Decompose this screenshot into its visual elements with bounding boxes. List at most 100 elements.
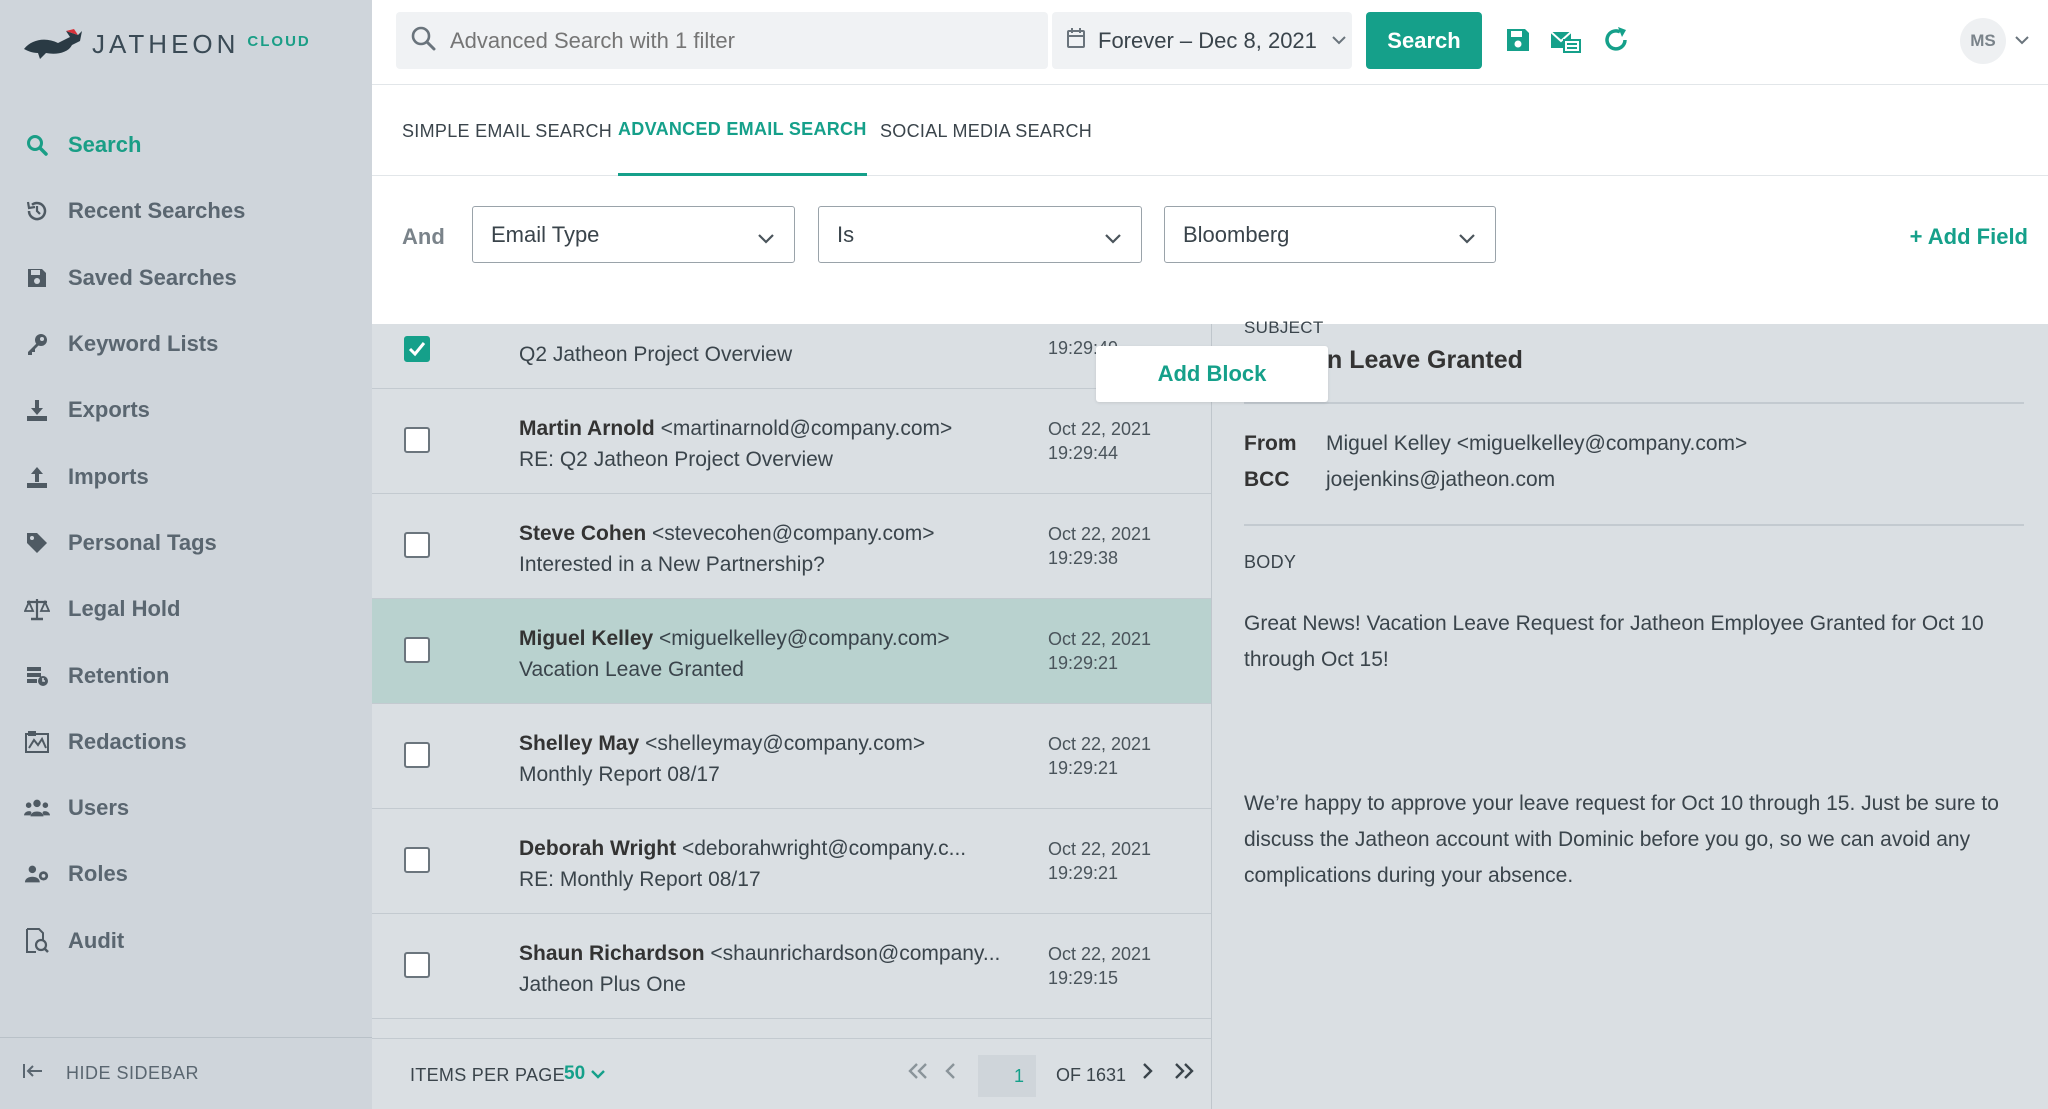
search-icon [410, 25, 436, 56]
email-row[interactable]: Q2 Jatheon Project Overview 19:29:49 [372, 324, 1211, 389]
divider [1244, 402, 2024, 404]
email-date: Oct 22, 2021 19:29:21 [1048, 734, 1152, 778]
add-field-button[interactable]: + Add Field [1910, 224, 2028, 250]
sidebar-item-redactions[interactable]: Redactions [0, 709, 372, 775]
row-checkbox[interactable] [404, 336, 430, 362]
scale-icon [24, 596, 50, 622]
export-results-icon[interactable] [1550, 24, 1582, 56]
email-date: Oct 22, 2021 19:29:44 [1048, 419, 1152, 463]
sender-name: Deborah Wright [519, 837, 677, 860]
sidebar-item-label: Search [68, 132, 142, 158]
sidebar-item-search[interactable]: Search [0, 112, 372, 178]
email-sender: Shelley May <shelleymay@company.com> [519, 732, 1019, 756]
sidebar-item-saved-searches[interactable]: Saved Searches [0, 245, 372, 311]
page-number-input[interactable] [978, 1055, 1036, 1097]
search-box[interactable] [396, 12, 1048, 69]
sender-email: <deborahwright@company.c... [681, 837, 967, 860]
sidebar-item-audit[interactable]: Audit [0, 908, 372, 974]
email-subject: RE: Monthly Report 08/17 [519, 868, 761, 891]
sidebar-item-keyword-lists[interactable]: Keyword Lists [0, 311, 372, 377]
divider [1244, 524, 2024, 526]
search-input[interactable] [450, 27, 1010, 54]
search-button[interactable]: Search [1366, 12, 1482, 69]
bcc-value: joejenkins@jatheon.com [1326, 468, 1556, 491]
sidebar-item-personal-tags[interactable]: Personal Tags [0, 510, 372, 576]
user-avatar[interactable]: MS [1960, 18, 2006, 64]
items-per-page-select[interactable]: 50 [564, 1063, 606, 1085]
row-checkbox[interactable] [404, 532, 430, 558]
filter-conjunction: And [402, 224, 445, 249]
refresh-icon[interactable] [1600, 24, 1632, 56]
email-date: Oct 22, 2021 19:29:15 [1048, 944, 1152, 988]
row-checkbox[interactable] [404, 742, 430, 768]
sidebar-item-retention[interactable]: Retention [0, 642, 372, 708]
collapse-left-icon [22, 1062, 44, 1085]
field-select[interactable]: Email Type [472, 206, 795, 263]
pagination-bar: ITEMS PER PAGE 50 OF 1631 [372, 1038, 1212, 1109]
from-label: From [1244, 432, 1297, 455]
date-range-picker[interactable]: Forever – Dec 8, 2021 [1052, 12, 1352, 69]
row-checkbox[interactable] [404, 427, 430, 453]
email-row[interactable]: Steve Cohen <stevecohen@company.com> Int… [372, 494, 1211, 599]
last-page-icon[interactable] [1172, 1061, 1196, 1087]
audit-icon [24, 927, 50, 954]
sidebar-item-recent-searches[interactable]: Recent Searches [0, 178, 372, 244]
sender-email: <shelleymay@company.com> [645, 732, 926, 755]
hide-sidebar-button[interactable]: HIDE SIDEBAR [0, 1037, 372, 1109]
sidebar-item-label: Keyword Lists [68, 331, 219, 357]
next-page-icon[interactable] [1140, 1061, 1154, 1087]
prev-page-icon[interactable] [944, 1061, 958, 1087]
add-block-button[interactable]: Add Block [1096, 346, 1328, 402]
tag-icon [24, 530, 50, 556]
email-sender: Miguel Kelley <miguelkelley@company.com> [519, 627, 1019, 651]
chevron-down-icon [591, 1070, 606, 1079]
sidebar-item-label: Users [68, 795, 130, 821]
sidebar-item-exports[interactable]: Exports [0, 377, 372, 443]
chevron-down-icon [1103, 225, 1123, 251]
sender-name: Shelley May [519, 732, 640, 755]
email-row[interactable]: Deborah Wright <deborahwright@company.c.… [372, 809, 1211, 914]
top-bar: Forever – Dec 8, 2021 Search MS [372, 0, 2048, 85]
email-subject: Vacation Leave Granted [519, 658, 744, 681]
sender-name: Shaun Richardson [519, 942, 705, 965]
sidebar-item-label: Personal Tags [68, 529, 217, 555]
value-select-value: Bloomberg [1183, 221, 1290, 247]
email-date: Oct 22, 2021 19:29:38 [1048, 524, 1152, 568]
redaction-icon [24, 729, 50, 755]
items-per-page-label: ITEMS PER PAGE [410, 1065, 565, 1085]
operator-select[interactable]: Is [818, 206, 1142, 263]
tab-social-media-search[interactable]: SOCIAL MEDIA SEARCH [880, 86, 1092, 176]
email-row[interactable]: Shaun Richardson <shaunrichardson@compan… [372, 914, 1211, 1019]
sidebar-item-legal-hold[interactable]: Legal Hold [0, 576, 372, 642]
email-subject: RE: Q2 Jatheon Project Overview [519, 448, 833, 471]
value-select[interactable]: Bloomberg [1164, 206, 1496, 263]
retention-icon [24, 663, 50, 689]
email-row[interactable]: Martin Arnold <martinarnold@company.com>… [372, 389, 1211, 494]
email-subject: Q2 Jatheon Project Overview [519, 343, 793, 366]
chevron-down-icon[interactable] [2014, 32, 2030, 50]
tab-advanced-email-search[interactable]: ADVANCED EMAIL SEARCH [618, 86, 867, 176]
save-search-icon[interactable] [1502, 24, 1534, 56]
row-checkbox[interactable] [404, 952, 430, 978]
filter-row: And Email Type Is Bloomberg + Add Field [372, 176, 2048, 324]
date-range-value: Forever – Dec 8, 2021 [1098, 27, 1317, 53]
sidebar-item-users[interactable]: Users [0, 775, 372, 841]
sidebar-item-label: Recent Searches [68, 198, 246, 224]
subject-label: SUBJECT [1244, 318, 1324, 337]
sidebar-nav: Search Recent Searches Saved Searches Ke… [0, 112, 372, 974]
search-tabs: SIMPLE EMAIL SEARCH ADVANCED EMAIL SEARC… [372, 86, 2048, 176]
sidebar-item-imports[interactable]: Imports [0, 443, 372, 509]
chevron-down-icon [756, 225, 776, 251]
logo[interactable]: JATHEON CLOUD [22, 24, 311, 64]
brand-suffix: CLOUD [247, 32, 311, 50]
row-checkbox[interactable] [404, 637, 430, 663]
email-sender: Martin Arnold <martinarnold@company.com> [519, 417, 1019, 441]
sender-name: Martin Arnold [519, 417, 655, 440]
row-checkbox[interactable] [404, 847, 430, 873]
first-page-icon[interactable] [906, 1061, 930, 1087]
sidebar-item-roles[interactable]: Roles [0, 841, 372, 907]
email-row-selected[interactable]: Miguel Kelley <miguelkelley@company.com>… [372, 599, 1211, 704]
email-row[interactable]: Shelley May <shelleymay@company.com> Mon… [372, 704, 1211, 809]
tab-simple-email-search[interactable]: SIMPLE EMAIL SEARCH [402, 86, 612, 176]
email-body-paragraph: Great News! Vacation Leave Request for J… [1244, 612, 1984, 671]
